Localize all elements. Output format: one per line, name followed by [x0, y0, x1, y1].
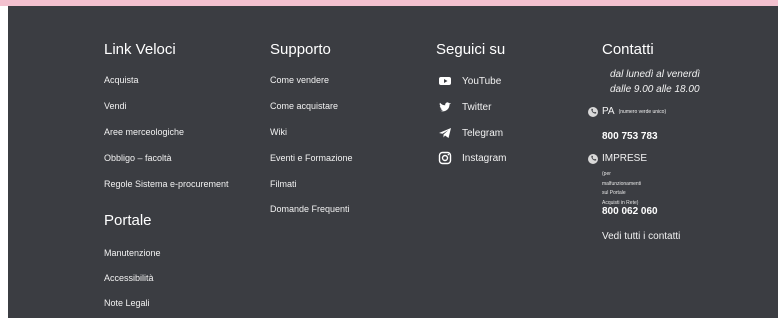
pa-note: (numero verde unico) [618, 108, 667, 115]
link-obbligo-facolta[interactable]: Obbligo – facoltà [104, 153, 172, 163]
phone-icon [588, 153, 598, 164]
portale-title: Portale [104, 212, 152, 229]
instagram-link[interactable]: Instagram [438, 151, 506, 165]
link-eventi-formazione[interactable]: Eventi e Formazione [270, 153, 353, 163]
telegram-link[interactable]: Telegram [438, 126, 503, 140]
link-come-acquistare[interactable]: Come acquistare [270, 101, 338, 111]
telegram-label: Telegram [462, 127, 504, 139]
link-aree-merceologiche[interactable]: Aree merceologiche [104, 127, 184, 137]
imprese-contact-label: IMPRESE [588, 153, 647, 164]
youtube-link[interactable]: YouTube [438, 74, 501, 88]
instagram-label: Instagram [462, 152, 507, 164]
link-regole-sistema[interactable]: Regole Sistema e-procurement [104, 179, 229, 189]
telegram-icon [438, 126, 452, 140]
phone-icon [588, 106, 598, 117]
twitter-label: Twitter [462, 101, 492, 113]
link-filmati[interactable]: Filmati [270, 179, 297, 189]
imprese-phone-number[interactable]: 800 062 060 [602, 206, 658, 217]
link-wiki[interactable]: Wiki [270, 127, 287, 137]
imprese-label: IMPRESE [602, 153, 648, 164]
imprese-note-line-1: (per malfunzionamenti sul Portale [602, 171, 642, 196]
youtube-label: YouTube [462, 75, 502, 87]
hours-line-2: dalle 9.00 alle 18.00 [610, 84, 700, 95]
link-acquista[interactable]: Acquista [104, 75, 139, 85]
imprese-note: (per malfunzionamenti sul Portale Acquis… [602, 170, 641, 208]
pa-phone-number[interactable]: 800 753 783 [602, 131, 658, 142]
instagram-icon [438, 151, 452, 165]
link-come-vendere[interactable]: Come vendere [270, 75, 329, 85]
contatti-title: Contatti [602, 41, 654, 58]
twitter-icon [438, 100, 452, 114]
supporto-title: Supporto [270, 41, 331, 58]
link-accessibilita[interactable]: Accessibilità [104, 273, 154, 283]
all-contacts-link[interactable]: Vedi tutti i contatti [602, 231, 680, 242]
link-domande-frequenti[interactable]: Domande Frequenti [270, 204, 350, 214]
link-veloci-title: Link Veloci [104, 41, 176, 58]
twitter-link[interactable]: Twitter [438, 100, 491, 114]
link-note-legali[interactable]: Note Legali [104, 298, 150, 308]
link-vendi[interactable]: Vendi [104, 101, 127, 111]
hours-line-1: dal lunedì al venerdì [610, 69, 701, 80]
pa-label: PA [602, 106, 615, 117]
pa-contact-label: PA (numero verde unico) [588, 106, 666, 117]
youtube-icon [438, 74, 452, 88]
link-manutenzione[interactable]: Manutenzione [104, 248, 161, 258]
seguici-title: Seguici su [436, 41, 506, 58]
site-footer: Link Veloci Acquista Vendi Aree merceolo… [8, 6, 778, 318]
